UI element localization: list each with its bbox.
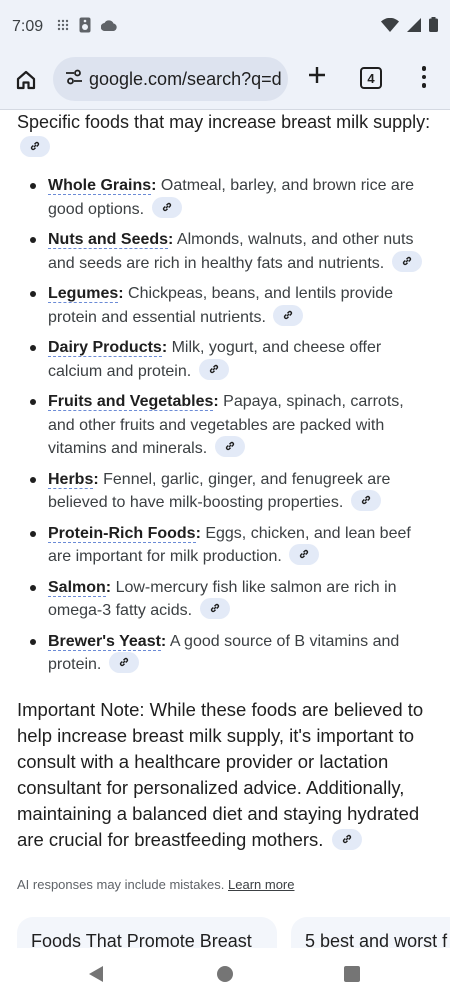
link-icon [30,141,40,150]
speaker-icon [79,17,91,38]
term-link[interactable]: Brewer's Yeast [48,632,161,651]
citation-link-button[interactable] [151,196,182,218]
term-link[interactable]: Whole Grains [48,177,152,195]
citation-link-button[interactable] [198,358,229,380]
term-link[interactable]: Dairy Products [48,339,162,357]
list-item: Whole Grains: Oatmeal, barley, and brown… [0,174,450,221]
list-item: Fruits and Vegetables: Papaya, spinach, … [0,390,450,461]
back-icon[interactable] [88,965,104,988]
ai-disclaimer: AI responses may include mistakes. Learn… [17,877,294,892]
term-link[interactable]: Protein-Rich Foods [48,524,196,543]
home-icon [15,69,37,96]
link-icon [119,658,128,667]
link-icon [402,256,411,265]
list-item: Legumes: Chickpeas, beans, and lentils p… [0,282,450,329]
list-item: Brewer's Yeast: A good source of B vitam… [0,630,450,677]
citation-link-button[interactable] [350,490,381,512]
citation-link-button[interactable] [20,135,50,157]
list-item: Nuts and Seeds: Almonds, walnuts, and ot… [0,228,450,275]
note-text: Important Note: While these foods are be… [17,699,424,850]
system-icons [381,17,438,37]
term-link[interactable]: Herbs [48,470,94,489]
intro-paragraph: Specific foods that may increase breast … [17,110,437,160]
link-icon [225,442,234,451]
citation-link-button[interactable] [289,544,320,566]
home-nav-icon[interactable] [217,966,233,982]
browser-toolbar: google.com/search?q=d 4 [0,54,450,110]
learn-more-link[interactable]: Learn more [228,877,294,892]
menu-dot-icon [421,66,427,71]
important-note: Important Note: While these foods are be… [17,697,437,853]
list-item: Protein-Rich Foods: Eggs, chicken, and l… [0,522,450,569]
tab-count: 4 [367,70,375,86]
citation-link-button[interactable] [331,828,362,850]
link-icon [342,834,351,843]
menu-dot-icon [421,83,427,88]
tab-switcher-button[interactable]: 4 [360,67,382,89]
term-link[interactable]: Nuts and Seeds [48,231,169,249]
notification-icons [57,17,117,38]
link-icon [300,550,309,559]
foods-list: Whole Grains: Oatmeal, barley, and brown… [0,174,450,684]
signal-icon [407,17,421,37]
link-icon [209,364,218,373]
disclaimer-text: AI responses may include mistakes. [17,877,225,892]
home-button[interactable] [0,54,52,110]
site-settings-icon[interactable] [65,69,83,90]
intro-text: Specific foods that may increase breast … [17,112,431,132]
battery-icon [429,17,438,37]
plus-icon [307,65,327,90]
item-description: Fennel, garlic, ginger, and fenugreek ar… [48,470,391,512]
status-time: 7:09 [12,18,44,35]
list-item: Herbs: Fennel, garlic, ginger, and fenug… [0,468,450,515]
wifi-icon [381,17,399,37]
menu-dot-icon [421,74,427,80]
navigation-bar [0,948,450,1000]
citation-link-button[interactable] [199,598,230,620]
term-link[interactable]: Fruits and Vegetables [48,393,214,411]
link-icon [162,202,171,211]
citation-link-button[interactable] [273,304,304,326]
link-icon [361,496,370,505]
status-bar: 7:09 [0,0,450,54]
page-content: Specific foods that may increase breast … [0,110,450,958]
citation-link-button[interactable] [108,652,139,674]
citation-link-button[interactable] [214,436,245,458]
term-link[interactable]: Salmon [48,578,106,597]
more-options-button[interactable] [414,62,434,92]
list-item: Salmon: Low-mercury fish like salmon are… [0,576,450,623]
term-link[interactable]: Legumes [48,285,119,303]
address-bar[interactable]: google.com/search?q=d [53,57,288,101]
link-icon [284,310,293,319]
new-tab-button[interactable] [302,62,332,92]
recents-icon[interactable] [344,966,360,982]
link-icon [210,604,219,613]
url-text: google.com/search?q=d [89,68,282,89]
list-item: Dairy Products: Milk, yogurt, and cheese… [0,336,450,383]
citation-link-button[interactable] [391,250,422,272]
grid-dots-icon [57,18,69,36]
cloud-icon [100,18,117,36]
